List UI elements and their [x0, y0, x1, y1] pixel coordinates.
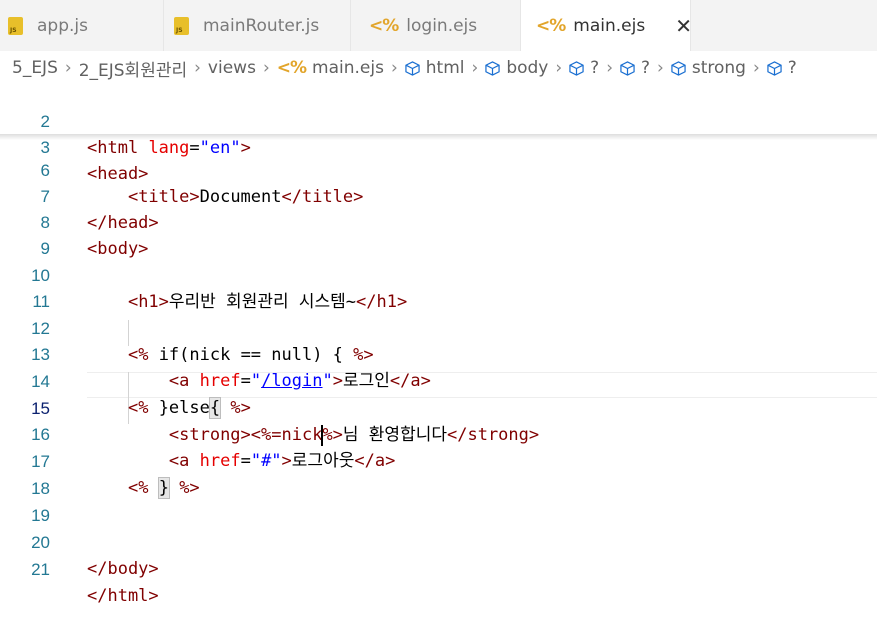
chevron-right-icon: › [657, 58, 664, 78]
chevron-right-icon: › [471, 58, 479, 78]
breadcrumb-item[interactable]: 2_EJS회원관리 [79, 56, 187, 81]
code-line[interactable]: 9 [0, 210, 877, 258]
breadcrumb: 5_EJS › 2_EJS회원관리 › views › <% main.ejs … [0, 51, 877, 85]
chevron-right-icon: › [262, 58, 270, 78]
js-file-icon [8, 16, 23, 35]
code-line[interactable]: 2 <html lang="en"> [0, 83, 877, 158]
chevron-right-icon: › [194, 58, 201, 78]
cube-icon [671, 60, 686, 76]
code-line[interactable]: 16 <a href="#">로그아웃</a> [0, 396, 877, 471]
cube-icon [767, 60, 782, 76]
code-line[interactable]: 13 <a href="/login">로그인</a> [0, 316, 877, 391]
ejs-file-icon: <% [369, 15, 399, 36]
chevron-right-icon: › [555, 58, 563, 78]
code-line[interactable]: 20 </body> [0, 504, 877, 579]
ejs-file-icon: <% [536, 15, 566, 36]
code-line[interactable]: 17 <% } %> [0, 423, 877, 499]
chevron-right-icon: › [390, 58, 398, 78]
code-line[interactable]: 8 <body> [0, 184, 877, 259]
cube-icon [485, 60, 500, 76]
close-icon[interactable]: ✕ [675, 14, 692, 38]
code-line[interactable]: 12 <% if(nick == null) { %> [0, 290, 877, 365]
code-line[interactable]: 21 </html> [0, 531, 877, 606]
code-editor[interactable]: 2 <html lang="en"> 3 <head> 6 <title>Doc… [0, 83, 877, 606]
code-line[interactable]: 6 <title>Document</title> [0, 132, 877, 207]
cube-icon [620, 60, 635, 76]
tab-mainrouter-js[interactable]: mainRouter.js [164, 0, 351, 51]
code-line[interactable]: 15 <strong><%=nick%>님 환영합니다</strong> [0, 370, 877, 446]
breadcrumb-item[interactable]: ? [641, 58, 650, 78]
js-file-icon [174, 16, 189, 35]
chevron-right-icon: › [752, 58, 760, 78]
code-line[interactable]: 10 <h1>우리반 회원관리 시스템~</h1> [0, 237, 877, 312]
tab-label: mainRouter.js [203, 15, 320, 36]
tab-label: login.ejs [406, 15, 478, 36]
line-number: 21 [31, 560, 50, 579]
tab-label: main.ejs [573, 15, 646, 36]
breadcrumb-item[interactable]: body [506, 58, 548, 78]
breadcrumb-item[interactable]: main.ejs [312, 58, 384, 78]
breadcrumb-item[interactable]: ? [788, 58, 797, 78]
code-line[interactable]: 7 </head> [0, 158, 877, 233]
code-line[interactable]: 18 [0, 450, 877, 498]
code-line[interactable]: 11 [0, 263, 877, 311]
code-line[interactable]: 14 <% }else{ %> [0, 343, 877, 419]
breadcrumb-item[interactable]: ? [590, 58, 599, 78]
chevron-right-icon: › [64, 58, 72, 78]
tab-login-ejs[interactable]: <% login.ejs [351, 0, 521, 51]
tab-bar: app.js mainRouter.js <% login.ejs <% mai… [0, 0, 877, 51]
cube-icon [569, 60, 584, 76]
chevron-right-icon: › [606, 58, 614, 78]
tab-main-ejs[interactable]: <% main.ejs ✕ [521, 0, 692, 51]
code-line[interactable]: 19 [0, 477, 877, 525]
cube-icon [405, 60, 420, 76]
ejs-file-icon: <% [276, 58, 307, 78]
breadcrumb-item[interactable]: 5_EJS [12, 58, 58, 78]
tab-app-js[interactable]: app.js [0, 0, 164, 51]
breadcrumb-item[interactable]: views [208, 58, 256, 78]
breadcrumb-item[interactable]: html [426, 58, 465, 78]
tab-label: app.js [37, 15, 88, 36]
breadcrumb-item[interactable]: strong [692, 58, 746, 78]
